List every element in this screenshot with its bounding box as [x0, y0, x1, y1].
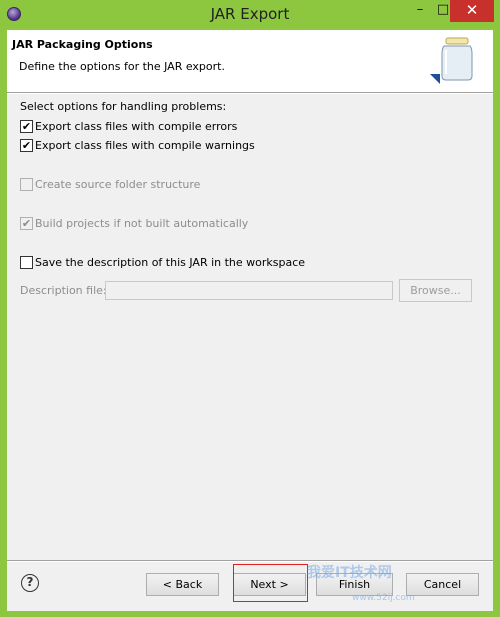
title-bar[interactable]: JAR Export – □ ✕ — [0, 0, 500, 30]
wizard-header: JAR Packaging Options Define the options… — [7, 30, 493, 92]
compile-errors-checkbox[interactable]: ✔ — [20, 120, 33, 133]
source-folder-checkbox — [20, 178, 33, 191]
build-projects-label: Build projects if not built automaticall… — [35, 217, 249, 230]
description-file-label: Description file: — [20, 284, 107, 297]
watermark-url: www.52ij.com — [352, 593, 415, 603]
source-folder-label: Create source folder structure — [35, 178, 201, 191]
dialog-body: JAR Packaging Options Define the options… — [7, 30, 493, 611]
watermark-text: 我爱IT技术网 — [307, 565, 392, 581]
browse-button: Browse... — [399, 279, 472, 302]
description-file-input — [105, 281, 393, 300]
save-description-label[interactable]: Save the description of this JAR in the … — [35, 256, 305, 269]
close-button[interactable]: ✕ — [450, 0, 494, 22]
page-description: Define the options for the JAR export. — [19, 60, 225, 73]
save-description-checkbox[interactable] — [20, 256, 33, 269]
jar-icon — [430, 37, 473, 84]
highlight-box — [233, 564, 308, 602]
help-icon[interactable]: ? — [21, 574, 39, 592]
page-title: JAR Packaging Options — [12, 38, 153, 51]
compile-warnings-checkbox[interactable]: ✔ — [20, 139, 33, 152]
cancel-button[interactable]: Cancel — [406, 573, 479, 596]
problems-label: Select options for handling problems: — [20, 100, 227, 113]
back-button[interactable]: < Back — [146, 573, 219, 596]
compile-warnings-label[interactable]: Export class files with compile warnings — [35, 139, 255, 152]
compile-errors-label[interactable]: Export class files with compile errors — [35, 120, 237, 133]
app-window: JAR Export – □ ✕ JAR Packaging Options D… — [0, 0, 500, 617]
build-projects-checkbox: ✔ — [20, 217, 33, 230]
